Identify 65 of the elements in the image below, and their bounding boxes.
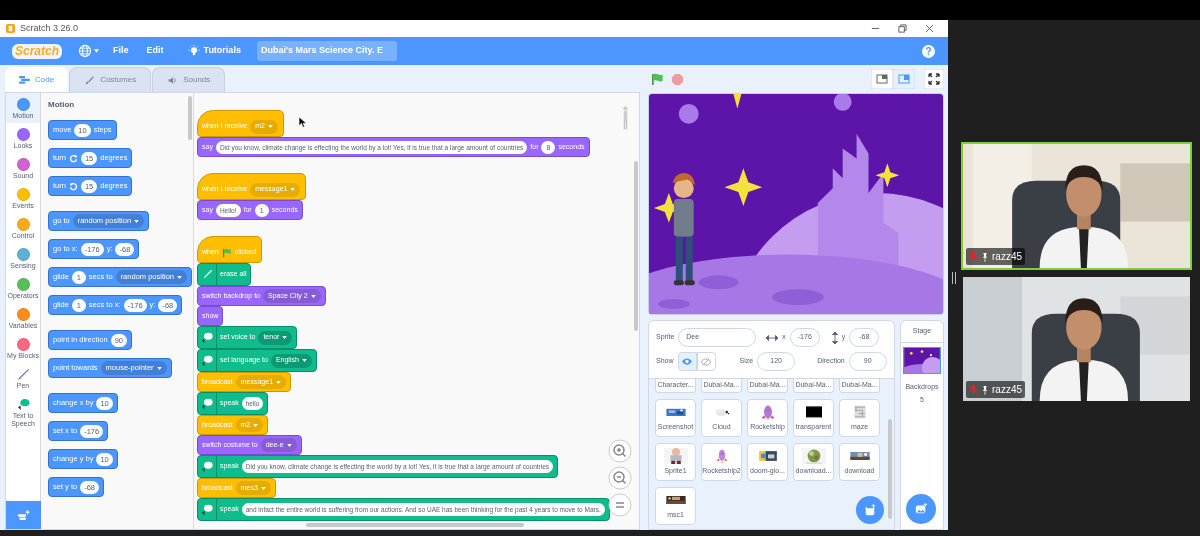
fullscreen-icon[interactable] (924, 69, 944, 89)
speech-icon (201, 354, 213, 367)
speech-icon (201, 460, 213, 473)
stop-icon[interactable] (671, 72, 684, 86)
window-title: Scratch 3.26.0 (20, 21, 79, 35)
show-button[interactable] (677, 352, 697, 371)
scrollbar[interactable] (306, 523, 524, 527)
lightbulb-icon (187, 45, 200, 57)
palette-heading: Motion (48, 99, 76, 111)
scrollbar[interactable] (888, 419, 892, 519)
speech-icon (201, 503, 213, 516)
caret-icon (156, 366, 162, 370)
resize-handle-icon[interactable] (952, 272, 956, 284)
add-backdrop-button[interactable] (906, 494, 936, 524)
caret-icon (286, 443, 292, 447)
add-extension-button[interactable] (6, 501, 41, 529)
close-icon[interactable] (925, 24, 934, 33)
image-icon (915, 503, 927, 515)
caret-icon (177, 275, 182, 279)
language-menu[interactable] (78, 44, 100, 58)
hide-button[interactable] (696, 352, 716, 371)
pin-icon[interactable] (981, 251, 989, 262)
restore-icon[interactable] (898, 24, 907, 33)
caret-icon (276, 380, 282, 384)
add-sprite-button[interactable] (856, 496, 884, 524)
rotate-left-icon (68, 181, 78, 191)
brush-icon (84, 75, 96, 85)
caret-icon (310, 294, 316, 298)
extension-icon (17, 509, 30, 521)
pen-icon (201, 268, 213, 281)
speaker-icon (167, 75, 179, 85)
sprite-figure-icon (622, 105, 629, 131)
large-stage-icon[interactable] (893, 69, 915, 89)
participant-name: razz45 (992, 383, 1022, 397)
pen-icon (16, 368, 30, 381)
caret-icon (282, 336, 288, 339)
eye-icon (682, 358, 692, 365)
flag-icon (221, 247, 232, 258)
vertical-arrow-icon (831, 331, 838, 344)
caret-icon (290, 188, 296, 191)
code-icon (19, 75, 30, 84)
cursor-icon (299, 117, 307, 128)
eye-slash-icon (701, 357, 711, 366)
pin-icon[interactable] (981, 384, 989, 395)
scrollbar[interactable] (634, 161, 638, 331)
flag-icon[interactable] (651, 72, 664, 86)
caret-icon (260, 486, 266, 490)
zoom-in-icon[interactable] (608, 439, 632, 463)
small-stage-icon[interactable] (871, 69, 893, 89)
participant-name: razz45 (992, 250, 1022, 264)
caret-icon (267, 125, 273, 128)
caret-icon (94, 49, 100, 53)
rotate-right-icon (68, 153, 78, 163)
reset-zoom-icon[interactable] (608, 493, 632, 517)
speech-icon (201, 397, 213, 410)
speech-icon (201, 331, 213, 344)
speech-icon (16, 398, 30, 411)
scrollbar[interactable] (188, 96, 192, 140)
caret-icon (301, 359, 307, 362)
horizontal-arrow-icon (766, 334, 779, 341)
globe-icon (78, 44, 93, 58)
app-icon (6, 24, 15, 33)
caret-icon (253, 423, 259, 427)
caret-icon (134, 219, 140, 223)
zoom-out-icon[interactable] (608, 466, 632, 490)
